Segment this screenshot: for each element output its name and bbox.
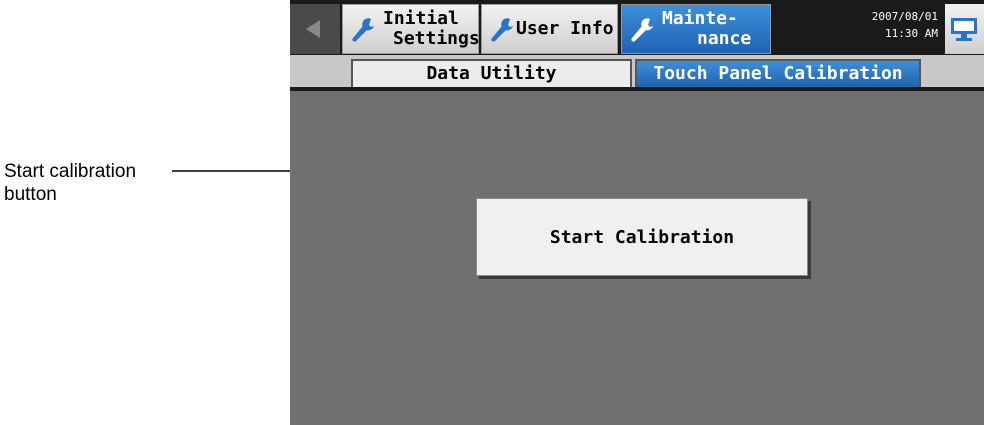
date-text: 2007/08/01 [871, 10, 938, 23]
tab-user-info-label: User Info [516, 18, 614, 39]
wrench-icon [352, 18, 374, 42]
tab-initial-settings[interactable]: Initial Settings [342, 4, 480, 54]
monitor-button[interactable] [945, 4, 984, 54]
tab-maintenance-line2: nance [697, 28, 752, 49]
tab-maintenance[interactable]: Mainte- nance [621, 4, 771, 54]
top-bar: Initial Settings User Info Mainte- nance… [290, 0, 984, 55]
back-arrow-icon [306, 20, 320, 38]
device-screen: Initial Settings User Info Mainte- nance… [290, 0, 984, 425]
tab-data-utility[interactable]: Data Utility [351, 59, 632, 87]
monitor-icon [951, 18, 977, 41]
wrench-icon [491, 18, 513, 42]
tab-maintenance-line1: Mainte- [662, 8, 738, 29]
tab-user-info[interactable]: User Info [481, 4, 618, 54]
sub-tab-bar: Data Utility Touch Panel Calibration [290, 55, 984, 91]
back-button[interactable] [290, 4, 340, 54]
tab-initial-settings-line1: Initial [383, 8, 459, 29]
tab-initial-settings-line2: Settings [393, 28, 480, 49]
date-time-display: 2007/08/01 11:30 AM [850, 8, 938, 42]
start-calibration-button[interactable]: Start Calibration [476, 198, 808, 276]
tab-touch-panel-calibration[interactable]: Touch Panel Calibration [635, 59, 921, 87]
wrench-icon [631, 18, 653, 42]
time-text: 11:30 AM [885, 27, 938, 40]
